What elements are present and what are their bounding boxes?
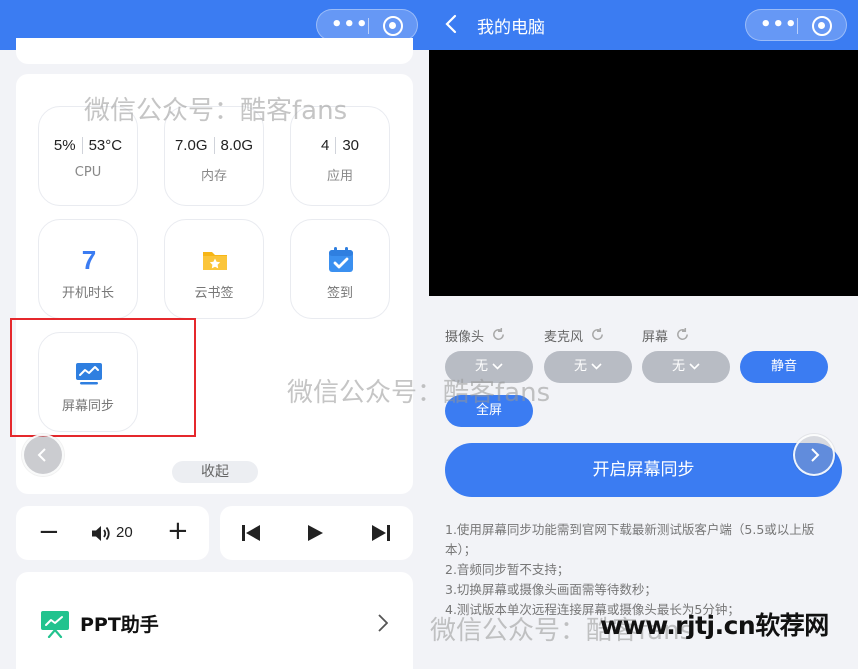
collapse-button[interactable]: 收起 (172, 461, 258, 483)
chevron-down-icon (492, 363, 503, 370)
previous-track-icon[interactable] (242, 525, 260, 541)
back-icon[interactable] (445, 14, 457, 34)
volume-down-button[interactable]: − (38, 518, 60, 546)
screen-select[interactable]: 无 (642, 351, 730, 383)
chevron-left-icon (37, 448, 46, 462)
uptime-tile[interactable]: 7 开机时长 (38, 219, 138, 319)
cpu-usage: 5% (53, 137, 76, 154)
cpu-label: CPU (74, 165, 102, 180)
refresh-icon[interactable] (491, 327, 506, 342)
memory-used: 7.0G (174, 137, 208, 154)
right-panel: 我的电脑 ••• 摄像头 麦克风 屏幕 无 无 无 静音 全屏 开启屏幕同步 1… (429, 0, 858, 669)
volume-value: 20 (116, 524, 133, 541)
right-top-bar: 我的电脑 ••• (429, 0, 858, 50)
close-mini-program-icon[interactable] (383, 16, 403, 36)
usage-notes: 1.使用屏幕同步功能需到官网下载最新测试版客户端（5.5或以上版本）； 2.音频… (445, 520, 845, 620)
calendar-check-icon (329, 247, 353, 272)
ppt-icon (41, 611, 69, 638)
play-icon[interactable] (308, 525, 323, 541)
speaker-icon (92, 526, 110, 541)
highlight-box (10, 318, 196, 437)
volume-up-button[interactable]: + (167, 517, 189, 545)
memory-total: 8.0G (213, 137, 254, 154)
page-title: 我的电脑 (477, 18, 545, 38)
mini-program-capsule: ••• (745, 9, 847, 41)
chevron-down-icon (591, 363, 602, 370)
note-item: 1.使用屏幕同步功能需到官网下载最新测试版客户端（5.5或以上版本）； (445, 522, 815, 557)
chevron-right-icon (378, 614, 388, 632)
refresh-icon[interactable] (590, 327, 605, 342)
chevron-down-icon (689, 363, 700, 370)
prev-page-button[interactable] (22, 434, 64, 476)
more-icon[interactable]: ••• (760, 16, 797, 35)
watermark: 微信公众号：酷客fans (287, 378, 551, 408)
power-on-time-icon: 7 (81, 245, 97, 275)
volume-card: − 20 + (16, 506, 209, 560)
memory-label: 内存 (200, 169, 227, 184)
apps-label: 应用 (326, 169, 353, 184)
ppt-assistant-label: PPT助手 (80, 614, 159, 636)
next-track-icon[interactable] (372, 525, 390, 541)
apps-running: 4 (320, 137, 330, 154)
watermark: 微信公众号：酷客fans (84, 96, 348, 126)
refresh-icon[interactable] (675, 327, 690, 342)
cloud-bookmark-label: 云书签 (194, 286, 234, 301)
microphone-label: 麦克风 (544, 330, 584, 345)
cloud-bookmark-tile[interactable]: 云书签 (164, 219, 264, 319)
more-icon[interactable]: ••• (331, 16, 368, 35)
note-item: 2.音频同步暂不支持； (445, 562, 570, 577)
mute-button[interactable]: 静音 (740, 351, 828, 383)
mini-program-capsule: ••• (316, 9, 418, 41)
apps-total: 30 (335, 137, 360, 154)
camera-label: 摄像头 (445, 330, 485, 345)
close-mini-program-icon[interactable] (812, 16, 832, 36)
left-panel: ••• 5% 53°C CPU 7.0G 8.0G 内存 4 30 应用 7 开机时长 (0, 0, 429, 669)
cpu-temp: 53°C (81, 137, 123, 154)
screen-preview (429, 50, 858, 296)
site-watermark: www.rjtj.cn软荐网 (600, 611, 829, 640)
uptime-label: 开机时长 (61, 286, 114, 301)
ppt-assistant-card[interactable]: PPT助手 (16, 572, 413, 669)
media-controls-card (220, 506, 413, 560)
checkin-label: 签到 (326, 286, 353, 301)
top-card (16, 38, 413, 64)
folder-star-icon (203, 252, 227, 270)
checkin-tile[interactable]: 签到 (290, 219, 390, 319)
next-page-button[interactable] (793, 434, 835, 476)
screen-label: 屏幕 (642, 330, 669, 345)
chevron-right-icon (811, 448, 820, 462)
start-screen-sync-button[interactable]: 开启屏幕同步 (445, 443, 842, 497)
microphone-select[interactable]: 无 (544, 351, 632, 383)
note-item: 3.切换屏幕或摄像头画面需等待数秒； (445, 582, 657, 597)
